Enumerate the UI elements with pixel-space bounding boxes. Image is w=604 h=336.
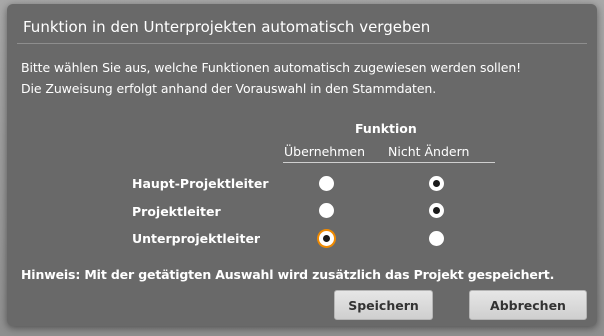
description-line-1: Bitte wählen Sie aus, welche Funktionen … [21, 60, 522, 75]
dialog-title: Funktion in den Unterprojekten automatis… [23, 18, 431, 36]
function-group-header: Funktion [355, 121, 417, 136]
row-label-haupt-projektleiter: Haupt-Projektleiter [132, 176, 269, 191]
column-header-nicht-aendern: Nicht Ändern [388, 144, 470, 159]
row-label-unterprojektleiter: Unterprojektleiter [132, 231, 261, 246]
cancel-button[interactable]: Abbrechen [469, 290, 587, 320]
radio-unterprojektleiter-nicht-aendern[interactable] [429, 231, 444, 246]
title-divider [17, 43, 587, 44]
function-assignment-dialog: Funktion in den Unterprojekten automatis… [7, 4, 597, 326]
radio-unterprojektleiter-uebernehmen[interactable] [319, 231, 334, 246]
save-button[interactable]: Speichern [334, 290, 433, 320]
description-line-2: Die Zuweisung erfolgt anhand der Vorausw… [21, 81, 437, 96]
column-header-divider [283, 162, 495, 163]
row-label-projektleiter: Projektleiter [132, 204, 221, 219]
radio-haupt-projektleiter-nicht-aendern[interactable] [429, 176, 444, 191]
radio-haupt-projektleiter-uebernehmen[interactable] [319, 176, 334, 191]
radio-projektleiter-nicht-aendern[interactable] [429, 203, 444, 218]
column-header-uebernehmen: Übernehmen [284, 144, 366, 159]
radio-projektleiter-uebernehmen[interactable] [319, 203, 334, 218]
save-hint: Hinweis: Mit der getätigten Auswahl wird… [21, 267, 555, 282]
